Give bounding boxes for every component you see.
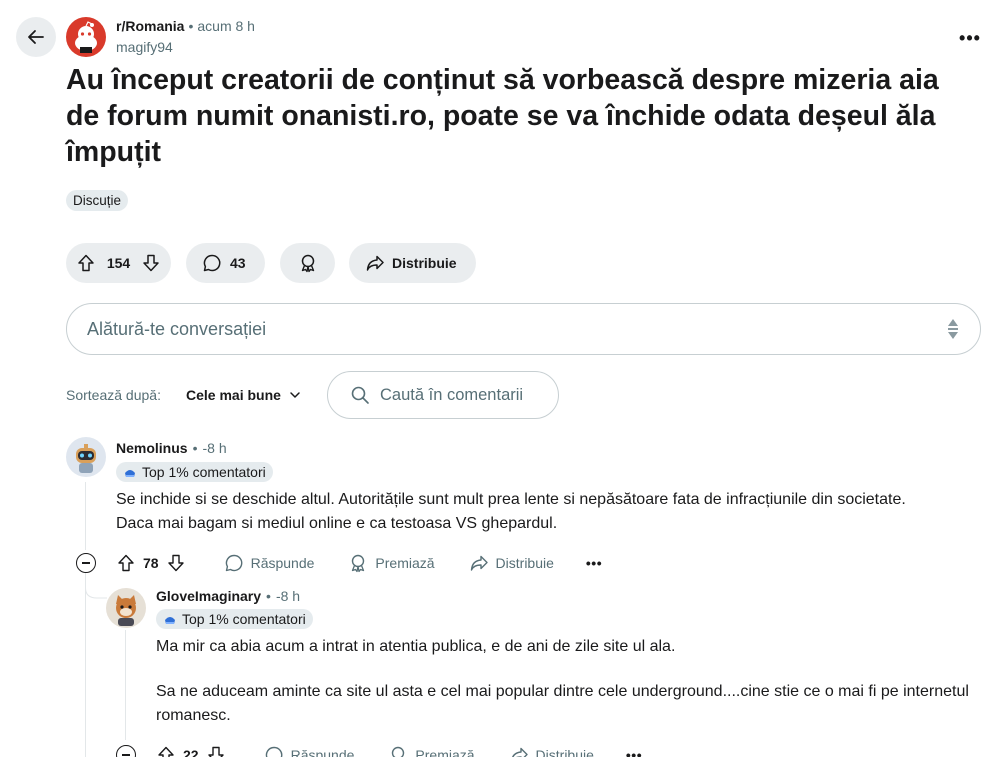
award-icon — [392, 746, 405, 757]
comment-score: 22 — [183, 747, 199, 757]
commenter-badge-icon — [125, 470, 135, 477]
badge-label: Top 1% comentatori — [142, 464, 266, 480]
comment-actions: 78 Răspunde Premiază Distribuie ••• — [116, 553, 602, 573]
meta-separator: • — [192, 440, 198, 456]
comment-actions: 22 Răspunde Premiază Distribuie ••• — [156, 745, 642, 757]
comment-vote: 78 — [116, 553, 186, 573]
comment-search-input[interactable]: Caută în comentarii — [327, 371, 559, 419]
award-icon — [301, 254, 314, 273]
comment-icon — [203, 254, 221, 272]
sort-value: Cele mai bune — [186, 387, 281, 403]
award-icon — [352, 554, 365, 573]
comment-more-button[interactable]: ••• — [586, 555, 602, 571]
post-flair[interactable]: Discuție — [66, 190, 129, 211]
post-more-options-button[interactable]: ••• — [952, 26, 982, 50]
post-meta: r/Romania • acum 8 h — [116, 18, 255, 34]
downvote-icon[interactable] — [206, 745, 226, 757]
vote-control: 154 — [66, 243, 171, 283]
comment-icon — [225, 554, 242, 572]
collapse-thread-button[interactable] — [76, 553, 96, 573]
share-button[interactable]: Distribuie — [349, 243, 476, 283]
comment-author-line: GloveImaginary • -8 h — [156, 588, 300, 604]
downvote-icon[interactable] — [166, 553, 186, 573]
reply-label: Răspunde — [250, 555, 315, 571]
avatar[interactable] — [106, 588, 146, 628]
collapse-thread-button[interactable] — [116, 745, 136, 757]
user-flair-badge: Top 1% comentatori — [116, 462, 273, 482]
upvote-icon[interactable] — [116, 553, 136, 573]
share-label: Distribuie — [495, 555, 554, 571]
comment-body: Se inchide si se deschide altul. Autorit… — [116, 488, 936, 536]
award-label: Premiază — [415, 747, 475, 757]
robot-avatar-icon — [76, 444, 96, 473]
search-placeholder: Caută în comentarii — [380, 385, 524, 404]
post-time: acum 8 h — [197, 18, 255, 34]
comment-icon — [265, 746, 282, 757]
award-label: Premiază — [375, 555, 435, 571]
award-button[interactable]: Premiază — [348, 553, 435, 573]
comment-count: 43 — [230, 255, 246, 271]
comment-score: 78 — [143, 555, 159, 571]
comment-paragraph: Sa ne aduceam aminte ca site ul asta e c… — [156, 683, 969, 724]
comment-body: Ma mir ca abia acum a intrat in atentia … — [156, 635, 971, 728]
meta-separator: • — [188, 18, 194, 34]
badge-label: Top 1% comentatori — [182, 611, 306, 627]
upvote-icon[interactable] — [76, 253, 96, 273]
comment-time: -8 h — [275, 588, 301, 604]
search-icon — [351, 386, 369, 404]
avatar[interactable] — [66, 437, 106, 477]
subreddit-avatar[interactable] — [66, 17, 106, 57]
share-label: Distribuie — [392, 255, 457, 271]
award-button[interactable]: Premiază — [388, 745, 475, 757]
reply-label: Răspunde — [290, 747, 355, 757]
comment-time: -8 h — [202, 440, 227, 456]
comment-paragraph: Ma mir ca abia acum a intrat in atentia … — [156, 638, 676, 655]
join-conversation-input[interactable]: Alătură-te conversației — [66, 303, 981, 355]
share-icon — [470, 555, 488, 571]
share-icon — [511, 747, 528, 757]
downvote-icon[interactable] — [141, 253, 161, 273]
comment-paragraph: Se inchide si se deschide altul. Autorit… — [116, 491, 906, 532]
thread-line[interactable] — [85, 482, 86, 550]
commenter-badge-icon — [165, 617, 175, 624]
sort-label: Sortează după: — [66, 387, 161, 403]
share-button[interactable]: Distribuie — [509, 745, 594, 757]
sort-dropdown[interactable]: Cele mai bune — [186, 387, 301, 403]
back-button[interactable] — [16, 17, 56, 57]
reply-button[interactable]: Răspunde — [224, 553, 315, 573]
comment-author-line: Nemolinus • -8 h — [116, 440, 227, 456]
chevron-down-icon — [290, 392, 300, 398]
snoo-icon — [75, 21, 97, 53]
upvote-icon[interactable] — [156, 745, 176, 757]
share-label: Distribuie — [535, 747, 594, 757]
post-author[interactable]: magify94 — [116, 39, 173, 55]
thread-line[interactable] — [85, 573, 86, 757]
share-button[interactable]: Distribuie — [469, 553, 554, 573]
reply-button[interactable]: Răspunde — [264, 745, 355, 757]
expand-sort-icon — [948, 319, 958, 339]
post-score: 154 — [106, 255, 131, 271]
comment-vote: 22 — [156, 745, 226, 757]
reply-connector — [85, 578, 107, 599]
share-icon — [366, 255, 384, 271]
comment-author[interactable]: Nemolinus — [116, 440, 188, 456]
comments-button[interactable]: 43 — [186, 243, 265, 283]
award-button[interactable] — [280, 243, 335, 283]
cat-avatar-icon — [116, 595, 136, 626]
join-placeholder: Alătură-te conversației — [87, 318, 267, 339]
meta-separator: • — [266, 588, 271, 604]
thread-line[interactable] — [125, 630, 126, 740]
user-flair-badge: Top 1% comentatori — [156, 609, 313, 629]
post-title: Au început creatorii de conținut să vorb… — [66, 64, 939, 168]
comment-more-button[interactable]: ••• — [626, 747, 642, 757]
comment-author[interactable]: GloveImaginary — [156, 588, 261, 604]
arrow-left-icon — [28, 30, 44, 44]
subreddit-name[interactable]: r/Romania — [116, 18, 184, 34]
